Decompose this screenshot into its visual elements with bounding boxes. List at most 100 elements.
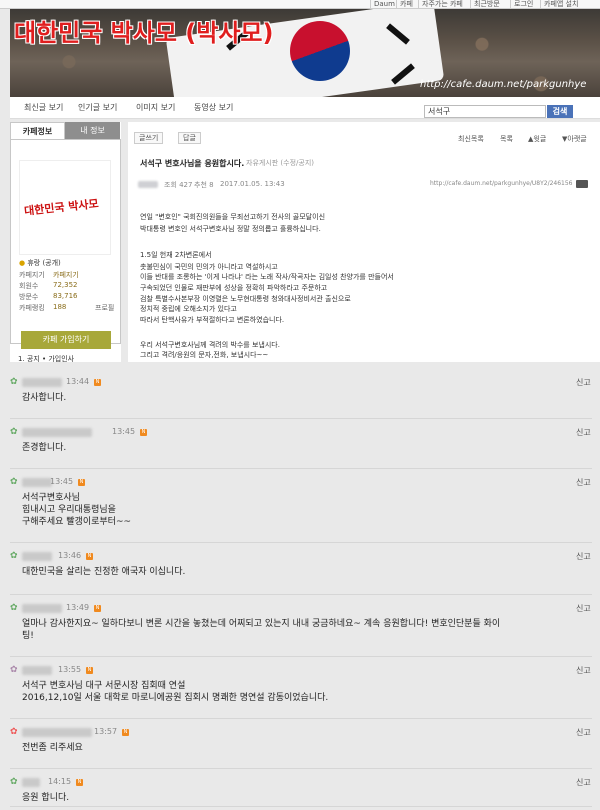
tab-videos[interactable]: 동영상 보기 [194,102,233,113]
info-label: 방문수 [19,293,39,301]
link-list[interactable]: 목록 [500,134,513,144]
info-value[interactable]: 카페지기 [53,270,79,280]
tab-my-info[interactable]: 내 정보 [65,122,120,139]
tab-images[interactable]: 이미지 보기 [136,102,175,113]
comment-text: 팅! [22,631,34,641]
topbar-link-cafe[interactable]: 카페 [396,0,416,9]
comment-time: 13:45 [50,477,74,486]
write-button[interactable]: 글쓰기 [134,132,164,144]
cafe-info-box: 대한민국 박사모 ● 휴랑 (공개) 카페지기 카페지기 회원수 72,352 … [10,139,121,349]
post-body-line: 구속되었던 인물로 재판부에 성상을 정확히 파악하라고 주문하고 [140,284,328,292]
commenter-name-blurred[interactable] [22,666,52,675]
topbar-link-login[interactable]: 로그인 [510,0,536,9]
tab-latest[interactable]: 최신글 보기 [24,102,63,113]
sidebar: 카페정보 내 정보 대한민국 박사모 ● 휴랑 (공개) 카페지기 카페지기 회… [10,122,121,362]
cafe-title[interactable]: 대한민국 박사모 (박사모) [14,13,273,48]
post-body-line: 정치적 중립에 오해소지가 있다고 [140,305,237,313]
commenter-name-blurred[interactable] [22,728,92,737]
tab-cafe-info[interactable]: 카페정보 [10,122,65,139]
commenter-name-blurred[interactable] [22,552,52,561]
comment-text: 얼마나 감사한지요~ 일하다보니 변론 시간을 놓쳤는데 어찌되고 있는지 내내… [22,619,501,629]
report-link[interactable]: 신고 [576,377,591,388]
comment-text: 서석구변호사님 [22,493,80,503]
post-views: 조회 427 [164,181,193,189]
report-link[interactable]: 신고 [576,777,591,788]
report-link[interactable]: 신고 [576,603,591,614]
topbar-link-daum[interactable]: Daum [370,0,398,9]
comment-text: 감사합니다. [22,393,67,403]
new-badge-icon: N [86,553,93,560]
copy-icon[interactable] [576,180,588,188]
search-button[interactable]: 검색 [547,105,573,118]
new-badge-icon: N [78,479,85,486]
report-link[interactable]: 신고 [576,727,591,738]
comment-time: 13:49 [66,603,90,612]
comment-divider [10,594,592,595]
commenter-name-blurred[interactable] [22,604,62,613]
post-body-line: 그리고 격려/응원의 문자,전화, 보냅시다~~ [140,351,269,359]
new-badge-icon: N [140,429,147,436]
manager-name[interactable]: 휴랑 (공개) [27,259,60,267]
new-badge-icon: N [122,729,129,736]
info-value: 188 [53,303,67,311]
comment-divider [10,418,592,419]
comment-text: 힘내시고 우리대통령님을 [22,505,116,515]
commenter-name-blurred[interactable] [22,378,62,387]
reply-button[interactable]: 답글 [178,132,201,144]
search-input[interactable]: 서석구 [424,105,546,118]
info-value: 72,352 [53,281,78,289]
top-bar: Daum 카페 자주가는 카페 최근방문 로그인 카페앱 설치 [0,0,600,9]
topbar-link-favorites[interactable]: 자주가는 카페 [418,0,466,9]
commenter-name-blurred[interactable] [22,428,92,437]
report-link[interactable]: 신고 [576,427,591,438]
comment-time: 14:15 [48,777,72,786]
banner-url: http://cafe.daum.net/parkgunhye [420,79,587,90]
comment-divider [10,768,592,769]
post-url[interactable]: http://cafe.daum.net/parkgunhye/U8Y2/246… [430,180,573,187]
info-label: 카페지기 [19,271,45,279]
link-latest-list[interactable]: 최신목록 [458,134,484,144]
manager-icon: ● [19,259,26,267]
profile-link[interactable]: 프로필 [95,303,114,313]
author-name-blurred[interactable] [138,181,158,188]
menu-item-notice[interactable]: 1. 공지 • 가입인사 [18,354,74,364]
logo-text: 대한민국 박사모 [23,197,100,218]
topbar-link-recent[interactable]: 최근방문 [470,0,503,9]
comment-time: 13:46 [58,551,82,560]
comment-divider [10,542,592,543]
report-link[interactable]: 신고 [576,477,591,488]
new-badge-icon: N [76,779,83,786]
post-likes: 추천 8 [194,181,214,189]
post-date: 2017.01.05. 13:43 [220,180,285,188]
comment-text: 서석구 변호사님 대구 서문시장 집회때 연설 [22,681,186,691]
new-badge-icon: N [86,667,93,674]
comment-time: 13:57 [94,727,118,736]
post-body-line: 검찰 특별수사본부장 이영렬은 노무현대통령 청와대사정비서관 출신으로 [140,295,351,303]
new-badge-icon: N [94,379,101,386]
taegeuk-emblem [290,21,350,81]
comment-divider [10,718,592,719]
member-level-icon: ✿ [10,377,18,387]
commenter-name-blurred[interactable] [22,478,52,487]
comment-text: 구해주세요 빨갱이로부터~~ [22,517,132,527]
post-body-line: 1.5일 헌재 2차변론에서 [140,251,212,259]
commenter-name-blurred[interactable] [22,778,40,787]
post-category[interactable]: 자유게시판 (수정/공지) [246,158,314,168]
info-label: 카페랭킹 [19,304,45,312]
comment-divider [10,656,592,657]
report-link[interactable]: 신고 [576,551,591,562]
topbar-link-app[interactable]: 카페앱 설치 [540,0,581,9]
tab-popular[interactable]: 인기글 보기 [78,102,117,113]
member-level-icon: ✿ [10,477,18,487]
link-prev-post[interactable]: ▲윗글 [528,134,546,144]
comment-list: ✿ 13:44 N 신고 감사합니다. ✿ 13:45 N 신고 존경합니다. ✿ 13:45 N 신고 서… [0,366,600,810]
link-next-post[interactable]: ▼아랫글 [562,134,587,144]
post-body-line: 이들 반대를 조롱하는 '이게 나라냐' 라는 노래 작사/작곡자는 김일성 찬… [140,273,394,281]
comment-time: 13:55 [58,665,82,674]
post-body-line: 촛불민심이 국민의 민의가 아니라고 역설하시고 [140,263,278,271]
join-cafe-button[interactable]: 카페 가입하기 [21,331,111,349]
post-title: 서석구 변호사님을 응원합시다. [140,159,245,168]
info-label: 회원수 [19,282,39,290]
report-link[interactable]: 신고 [576,665,591,676]
comment-time: 13:45 [112,427,136,436]
